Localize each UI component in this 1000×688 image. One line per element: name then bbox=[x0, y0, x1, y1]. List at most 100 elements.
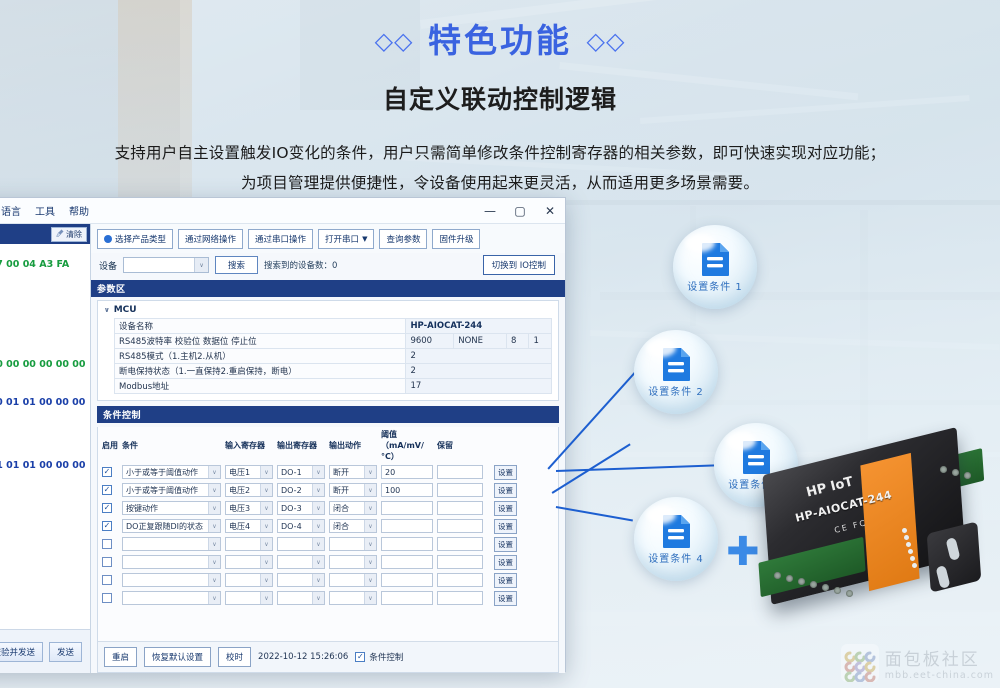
chevron-down-icon[interactable]: ∨ bbox=[364, 592, 376, 604]
input-register-select[interactable]: 电压1 ∨ bbox=[225, 465, 273, 479]
search-button[interactable]: 搜索 bbox=[215, 256, 259, 274]
threshold-input[interactable]: 20 bbox=[381, 465, 433, 479]
chevron-down-icon[interactable]: ∨ bbox=[364, 520, 376, 532]
threshold-input[interactable] bbox=[381, 537, 433, 551]
threshold-input[interactable] bbox=[381, 519, 433, 533]
chevron-down-icon[interactable]: ∨ bbox=[260, 574, 272, 586]
chevron-down-icon[interactable]: ∨ bbox=[312, 592, 324, 604]
chevron-down-icon[interactable]: ∨ bbox=[312, 520, 324, 532]
switch-to-io-control-button[interactable]: 切换到 IO控制 bbox=[482, 255, 555, 275]
output-register-select[interactable]: ∨ bbox=[277, 591, 325, 605]
enable-checkbox[interactable] bbox=[102, 539, 112, 549]
output-action-select[interactable]: 闭合 ∨ bbox=[329, 519, 377, 533]
chevron-down-icon[interactable]: ∨ bbox=[260, 538, 272, 550]
output-action-select[interactable]: ∨ bbox=[329, 555, 377, 569]
enable-checkbox[interactable]: ✓ bbox=[102, 485, 112, 495]
chevron-down-icon[interactable]: ∨ bbox=[364, 502, 376, 514]
input-register-select[interactable]: ∨ bbox=[225, 591, 273, 605]
set-condition-button[interactable]: 设置 bbox=[494, 464, 517, 480]
enable-checkbox[interactable] bbox=[102, 575, 112, 585]
enable-checkbox[interactable]: ✓ bbox=[102, 503, 112, 513]
log-entries[interactable]: [M20][10:40:24:616] 18 11 22 10 40 17 00… bbox=[0, 244, 90, 629]
set-condition-button[interactable]: 设置 bbox=[494, 518, 517, 534]
input-register-select[interactable]: 电压3 ∨ bbox=[225, 501, 273, 515]
output-register-select[interactable]: DO-2 ∨ bbox=[277, 483, 325, 497]
firmware-upgrade-button[interactable]: 固件升级 bbox=[432, 229, 481, 249]
network-operation-button[interactable]: 通过网络操作 bbox=[178, 229, 244, 249]
chevron-down-icon[interactable]: ∨ bbox=[312, 466, 324, 478]
badge-set-condition-4[interactable]: 设置条件 4 bbox=[634, 497, 718, 581]
input-register-select[interactable]: ∨ bbox=[225, 537, 273, 551]
chevron-down-icon[interactable]: ∨ bbox=[260, 502, 272, 514]
output-action-select[interactable]: 闭合 ∨ bbox=[329, 501, 377, 515]
enable-checkbox[interactable] bbox=[102, 557, 112, 567]
badge-set-condition-2[interactable]: 设置条件 2 bbox=[634, 330, 718, 414]
open-serial-port-button[interactable]: 打开串口 ▼ bbox=[318, 229, 375, 249]
chevron-down-icon[interactable]: ∨ bbox=[364, 538, 376, 550]
chevron-down-icon[interactable]: ∨ bbox=[312, 484, 324, 496]
chevron-down-icon[interactable]: ∨ bbox=[260, 484, 272, 496]
menu-item-help[interactable]: 帮助 bbox=[69, 203, 89, 218]
chevron-down-icon[interactable]: ∨ bbox=[312, 502, 324, 514]
chevron-down-icon[interactable]: ∨ bbox=[364, 574, 376, 586]
close-icon[interactable]: ✕ bbox=[535, 198, 565, 223]
condition-select[interactable]: 小于或等于阈值动作 ∨ bbox=[122, 483, 221, 497]
device-select[interactable]: ∨ bbox=[123, 257, 210, 273]
threshold-input[interactable] bbox=[381, 501, 433, 515]
set-condition-button[interactable]: 设置 bbox=[494, 536, 517, 552]
condition-select[interactable]: DO正复跟随DI的状态 ∨ bbox=[122, 519, 221, 533]
output-action-select[interactable]: 断开 ∨ bbox=[329, 483, 377, 497]
set-condition-button[interactable]: 设置 bbox=[494, 572, 517, 588]
reserve-input[interactable] bbox=[437, 501, 483, 515]
menu-item-language[interactable]: 语言 bbox=[1, 203, 21, 218]
maximize-icon[interactable]: ▢ bbox=[505, 198, 535, 223]
tree-node-mcu[interactable]: ∨ MCU bbox=[104, 305, 552, 315]
output-register-select[interactable]: DO-1 ∨ bbox=[277, 465, 325, 479]
chevron-down-icon[interactable]: ∨ bbox=[208, 592, 220, 604]
condition-control-toggle[interactable]: ✓ 条件控制 bbox=[355, 651, 403, 663]
chevron-down-icon[interactable]: ∨ bbox=[208, 502, 220, 514]
serial-operation-button[interactable]: 通过串口操作 bbox=[248, 229, 314, 249]
reserve-input[interactable] bbox=[437, 555, 483, 569]
input-register-select[interactable]: 电压2 ∨ bbox=[225, 483, 273, 497]
set-condition-button[interactable]: 设置 bbox=[494, 590, 517, 606]
threshold-input[interactable] bbox=[381, 555, 433, 569]
reserve-input[interactable] bbox=[437, 591, 483, 605]
chevron-down-icon[interactable]: ∨ bbox=[260, 466, 272, 478]
set-condition-button[interactable]: 设置 bbox=[494, 554, 517, 570]
chevron-down-icon[interactable]: ∨ bbox=[312, 556, 324, 568]
chevron-down-icon[interactable]: ∨ bbox=[208, 466, 220, 478]
output-action-select[interactable]: 断开 ∨ bbox=[329, 465, 377, 479]
select-product-type-button[interactable]: 选择产品类型 bbox=[97, 229, 174, 249]
condition-select[interactable]: ∨ bbox=[122, 555, 221, 569]
output-action-select[interactable]: ∨ bbox=[329, 573, 377, 587]
condition-select[interactable]: ∨ bbox=[122, 537, 221, 551]
reserve-input[interactable] bbox=[437, 519, 483, 533]
set-condition-button[interactable]: 设置 bbox=[494, 500, 517, 516]
badge-set-condition-1[interactable]: 设置条件 1 bbox=[673, 225, 757, 309]
chevron-down-icon[interactable]: ∨ bbox=[208, 484, 220, 496]
minimize-icon[interactable]: — bbox=[475, 198, 505, 223]
output-action-select[interactable]: ∨ bbox=[329, 537, 377, 551]
output-register-select[interactable]: ∨ bbox=[277, 573, 325, 587]
condition-select[interactable]: 按键动作 ∨ bbox=[122, 501, 221, 515]
input-register-select[interactable]: 电压4 ∨ bbox=[225, 519, 273, 533]
chevron-down-icon[interactable]: ∨ bbox=[364, 484, 376, 496]
condition-select[interactable]: ∨ bbox=[122, 573, 221, 587]
chevron-down-icon[interactable]: ∨ bbox=[312, 538, 324, 550]
chevron-down-icon[interactable]: ∨ bbox=[208, 538, 220, 550]
clear-log-button[interactable]: 清除 bbox=[51, 226, 87, 242]
condition-control-checkbox[interactable]: ✓ bbox=[355, 652, 366, 662]
threshold-input[interactable] bbox=[381, 573, 433, 587]
chevron-down-icon[interactable]: ∨ bbox=[312, 574, 324, 586]
enable-checkbox[interactable] bbox=[102, 593, 112, 603]
chevron-down-icon[interactable]: ∨ bbox=[364, 556, 376, 568]
reserve-input[interactable] bbox=[437, 465, 483, 479]
chevron-down-icon[interactable]: ∨ bbox=[260, 556, 272, 568]
send-button[interactable]: 发送 bbox=[48, 641, 82, 662]
enable-checkbox[interactable]: ✓ bbox=[102, 467, 112, 477]
chevron-down-icon[interactable]: ∨ bbox=[260, 592, 272, 604]
output-action-select[interactable]: ∨ bbox=[329, 591, 377, 605]
chevron-down-icon[interactable]: ∨ bbox=[208, 520, 220, 532]
chevron-down-icon[interactable]: ∨ bbox=[364, 466, 376, 478]
